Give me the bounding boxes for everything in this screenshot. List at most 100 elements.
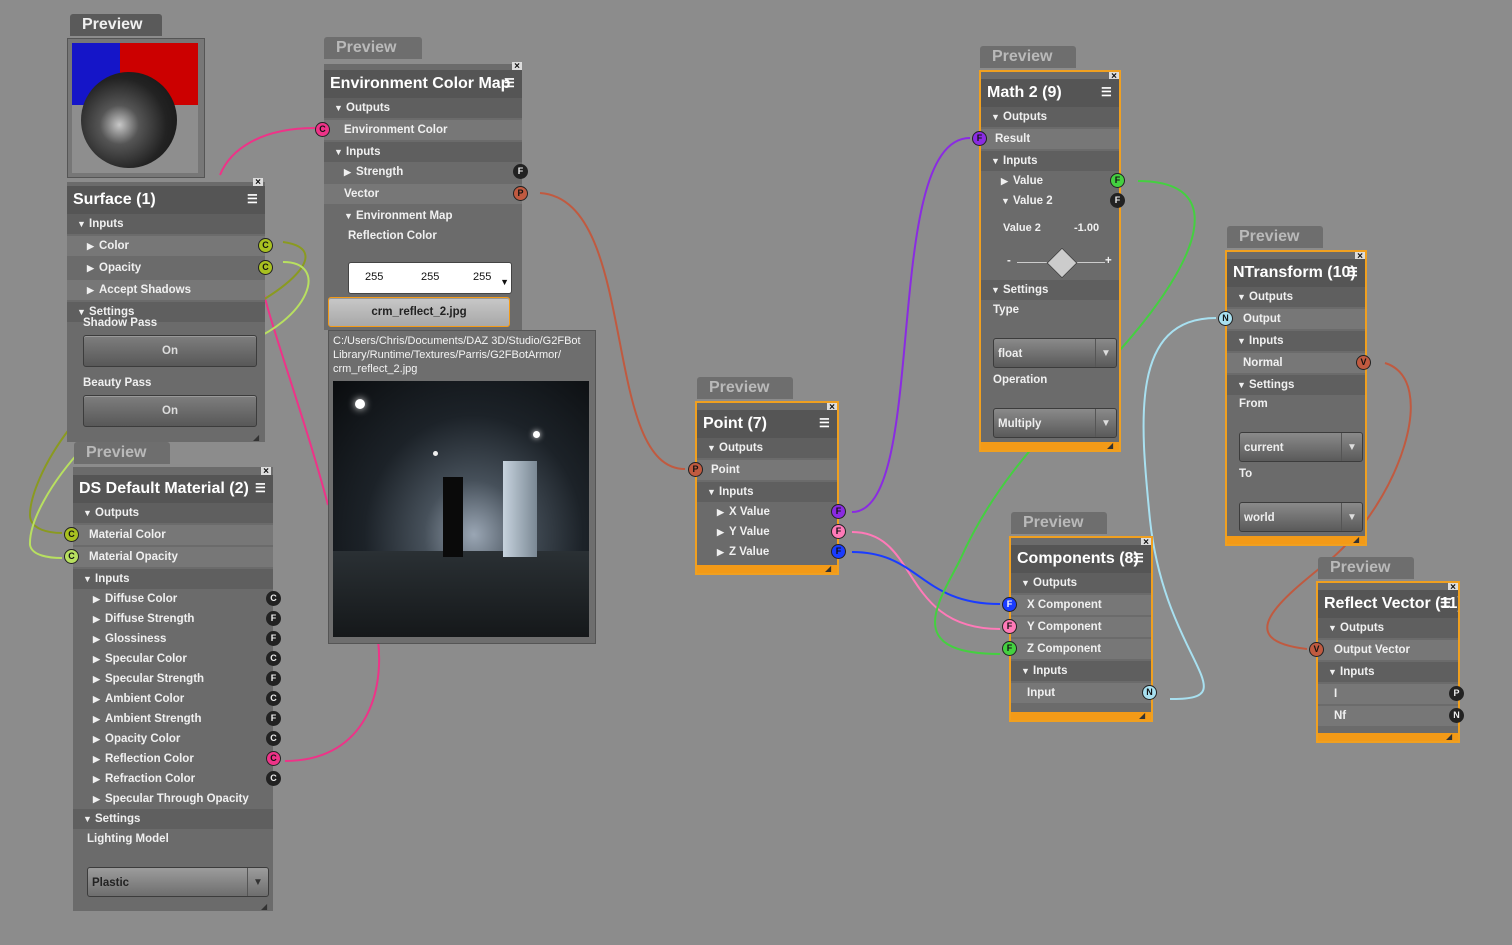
beauty-pass-toggle[interactable]: On xyxy=(83,395,257,427)
input-refraction-color[interactable]: ▶ Refraction Color C xyxy=(73,769,281,789)
chevron-down-icon[interactable]: ▼ xyxy=(1095,339,1116,367)
resize-handle[interactable]: ◢ xyxy=(1139,712,1149,720)
section-outputs[interactable]: ▼ Outputs xyxy=(1227,287,1365,307)
port-v[interactable]: V xyxy=(1309,642,1324,657)
input-x-value[interactable]: ▶ X Value F xyxy=(697,502,846,522)
ntransform-node[interactable]: × NTransform (10) ☰ ▼ Outputs Output N ▼ Inp… xyxy=(1218,250,1371,546)
input-z-value[interactable]: ▶ Z Value F xyxy=(697,542,846,562)
port-n[interactable]: N xyxy=(1142,685,1157,700)
input-accept-shadows[interactable]: ▶ Accept Shadows xyxy=(67,280,265,300)
section-inputs[interactable]: ▼ Inputs xyxy=(73,569,273,589)
port-f[interactable]: F xyxy=(266,631,281,646)
output-point[interactable]: Point P xyxy=(688,460,837,480)
input-normal[interactable]: Normal V xyxy=(1227,353,1371,373)
refl-preview-tab[interactable]: Preview xyxy=(1318,557,1414,579)
output-output[interactable]: Output N xyxy=(1218,309,1365,329)
menu-icon[interactable]: ☰ xyxy=(504,77,518,89)
port-f[interactable]: F xyxy=(1002,641,1017,656)
section-settings[interactable]: ▼ Settings xyxy=(73,809,273,829)
input-vector[interactable]: Vector P xyxy=(324,184,528,204)
section-outputs[interactable]: ▼ Outputs xyxy=(324,98,522,118)
input-value[interactable]: ▶ Value F xyxy=(981,171,1125,191)
chevron-down-icon[interactable]: ▼ xyxy=(247,868,268,896)
output-material-color[interactable]: Material Color C xyxy=(64,525,273,545)
menu-icon[interactable]: ☰ xyxy=(247,193,261,205)
components-node[interactable]: × Components (8) ☰ ▼ Outputs X Component F … xyxy=(1002,536,1157,722)
port-c[interactable]: C xyxy=(266,771,281,786)
section-outputs[interactable]: ▼ Outputs xyxy=(981,107,1119,127)
input-strength[interactable]: ▶ Strength F xyxy=(324,162,528,182)
input-diffuse-strength[interactable]: ▶ Diffuse Strength F xyxy=(73,609,281,629)
input-y-value[interactable]: ▶ Y Value F xyxy=(697,522,846,542)
to-dropdown[interactable]: world ▼ xyxy=(1239,502,1363,532)
decrement-icon[interactable]: - xyxy=(1007,255,1011,267)
menu-icon[interactable]: ☰ xyxy=(1101,86,1115,98)
section-outputs[interactable]: ▼ Outputs xyxy=(697,438,837,458)
chevron-down-icon[interactable]: ▼ xyxy=(1341,503,1362,531)
section-inputs[interactable]: ▼ Inputs xyxy=(67,214,265,234)
input-glossiness[interactable]: ▶ Glossiness F xyxy=(73,629,281,649)
resize-handle[interactable]: ◢ xyxy=(1353,536,1363,544)
input-diffuse-color[interactable]: ▶ Diffuse Color C xyxy=(73,589,281,609)
red-value[interactable]: 255 xyxy=(365,271,383,283)
port-f[interactable]: F xyxy=(831,544,846,559)
input-input[interactable]: Input N xyxy=(1011,683,1157,703)
output-environment-color[interactable]: Environment Color C xyxy=(315,120,522,140)
math-preview-tab[interactable]: Preview xyxy=(980,46,1076,68)
point-node[interactable]: × Point (7) ☰ ▼ Outputs Point P ▼ Inputs ▶ X … xyxy=(688,401,846,575)
port-f[interactable]: F xyxy=(1002,597,1017,612)
output-y-component[interactable]: Y Component F xyxy=(1002,617,1151,637)
section-inputs[interactable]: ▼ Inputs xyxy=(697,482,837,502)
menu-icon[interactable]: ☰ xyxy=(1133,552,1147,564)
port-f[interactable]: F xyxy=(266,711,281,726)
dsm-preview-tab[interactable]: Preview xyxy=(74,442,170,464)
increment-icon[interactable]: + xyxy=(1105,255,1112,267)
slider-handle[interactable] xyxy=(1046,247,1078,279)
port-c[interactable]: C xyxy=(315,122,330,137)
input-ambient-strength[interactable]: ▶ Ambient Strength F xyxy=(73,709,281,729)
section-outputs[interactable]: ▼ Outputs xyxy=(1011,573,1151,593)
resize-handle[interactable]: ◢ xyxy=(1107,442,1117,450)
chevron-down-icon[interactable]: ▼ xyxy=(1341,433,1362,461)
from-dropdown[interactable]: current ▼ xyxy=(1239,432,1363,462)
port-n[interactable]: N xyxy=(1218,311,1233,326)
port-f[interactable]: F xyxy=(1110,173,1125,188)
lighting-model-dropdown[interactable]: Plastic ▼ xyxy=(87,867,269,897)
input-specular-strength[interactable]: ▶ Specular Strength F xyxy=(73,669,281,689)
port-p[interactable]: P xyxy=(1449,686,1464,701)
port-f[interactable]: F xyxy=(266,671,281,686)
type-dropdown[interactable]: float ▼ xyxy=(993,338,1117,368)
file-button[interactable]: crm_reflect_2.jpg xyxy=(328,297,510,327)
port-c[interactable]: C xyxy=(64,549,79,564)
port-n[interactable]: N xyxy=(1449,708,1464,723)
input-ambient-color[interactable]: ▶ Ambient Color C xyxy=(73,689,281,709)
value-2-number[interactable]: -1.00 xyxy=(1074,222,1099,234)
port-p[interactable]: P xyxy=(688,462,703,477)
resize-handle[interactable]: ◢ xyxy=(1446,733,1456,741)
port-f[interactable]: F xyxy=(1110,193,1125,208)
input-i[interactable]: IP xyxy=(1318,684,1464,704)
section-settings[interactable]: ▼ Settings xyxy=(981,280,1119,300)
port-c[interactable]: C xyxy=(64,527,79,542)
input-specular-color[interactable]: ▶ Specular Color C xyxy=(73,649,281,669)
section-inputs[interactable]: ▼ Inputs xyxy=(1318,662,1458,682)
section-inputs[interactable]: ▼ Inputs xyxy=(1227,331,1365,351)
port-c[interactable]: C xyxy=(258,260,273,275)
operation-dropdown[interactable]: Multiply ▼ xyxy=(993,408,1117,438)
ntrans-preview-tab[interactable]: Preview xyxy=(1227,226,1323,248)
section-outputs[interactable]: ▼ Outputs xyxy=(1318,618,1458,638)
chevron-down-icon[interactable]: ▼ xyxy=(1095,409,1116,437)
port-f[interactable]: F xyxy=(1002,619,1017,634)
port-f[interactable]: F xyxy=(972,131,987,146)
point-preview-tab[interactable]: Preview xyxy=(697,377,793,399)
resize-handle[interactable]: ◢ xyxy=(253,434,263,442)
port-c[interactable]: C xyxy=(266,651,281,666)
surface-preview-tab[interactable]: Preview xyxy=(70,14,162,36)
resize-handle[interactable]: ◢ xyxy=(825,565,835,573)
menu-icon[interactable]: ☰ xyxy=(819,417,833,429)
blue-value[interactable]: 255 xyxy=(473,271,491,283)
rgb-field[interactable]: 255 255 255 ▼ xyxy=(348,262,512,294)
port-v[interactable]: V xyxy=(1356,355,1371,370)
input-nf[interactable]: Nf N xyxy=(1318,706,1464,726)
section-inputs[interactable]: ▼ Inputs xyxy=(324,142,522,162)
